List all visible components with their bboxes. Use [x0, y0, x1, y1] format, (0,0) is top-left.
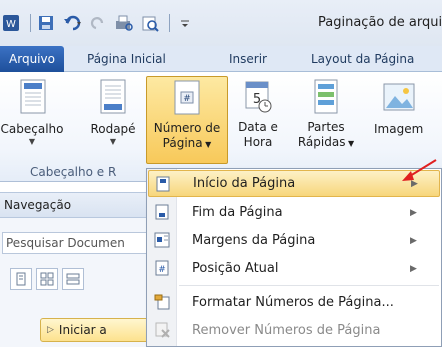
save-icon[interactable] [35, 12, 57, 34]
undo-icon[interactable] [61, 12, 83, 34]
menu-item-current-position[interactable]: # Posição Atual ▶ [148, 255, 440, 282]
header-button[interactable]: Cabeçalho ▼ [0, 76, 64, 164]
qat-separator [30, 14, 31, 32]
quick-parts-label-2: Rápidas ▼ [297, 135, 355, 149]
headings-view-icon[interactable] [10, 268, 32, 290]
menu-item-top-of-page[interactable]: Início da Página ▶ [148, 170, 440, 197]
tab-page-layout[interactable]: Layout da Página [311, 46, 414, 72]
customize-qat-icon[interactable] [174, 12, 196, 34]
footer-button-label: Rodapé [90, 122, 136, 136]
svg-text:#: # [183, 94, 191, 104]
footer-button[interactable]: Rodapé ▼ [85, 76, 141, 164]
date-time-label-1: Data e [238, 120, 278, 134]
page-number-menu: Início da Página ▶ Fim da Página ▶ Marge… [146, 168, 442, 347]
tab-insert[interactable]: Inserir [229, 46, 267, 72]
current-position-icon: # [155, 260, 169, 276]
page-number-label-1: Número de [153, 121, 221, 135]
redo-icon[interactable] [87, 12, 109, 34]
ribbon-panel: Cabeçalho ▼ Rodapé ▼ # Número de Página … [0, 72, 442, 182]
page-number-label-2: Página ▼ [162, 136, 212, 150]
menu-item-page-margins[interactable]: Margens da Página ▶ [148, 227, 440, 254]
submenu-arrow-icon: ▶ [410, 235, 417, 246]
ribbon-tabs: Arquivo Página Inicial Inserir Layout da… [0, 46, 442, 72]
results-view-icon[interactable] [62, 268, 84, 290]
menu-item-format-page-numbers[interactable]: Formatar Números de Página... [148, 289, 440, 316]
remove-page-numbers-icon [155, 322, 170, 338]
pages-view-icon[interactable] [36, 268, 58, 290]
page-margins-icon [154, 232, 170, 248]
print-preview-icon[interactable] [113, 12, 135, 34]
group-label-header-footer: Cabeçalho e R [30, 165, 117, 179]
submenu-arrow-icon: ▶ [411, 178, 418, 189]
quick-access-toolbar: W [0, 8, 200, 38]
chevron-down-icon: ▼ [28, 137, 36, 146]
header-button-label: Cabeçalho [0, 122, 64, 136]
search-document-input[interactable]: Pesquisar Documen [2, 232, 152, 254]
quick-parts-icon [314, 79, 338, 114]
qat-separator [169, 14, 170, 32]
top-of-page-icon [156, 176, 170, 192]
tab-file[interactable]: Arquivo [0, 46, 64, 72]
window-title: Paginação de arqui [318, 15, 442, 30]
navigation-view-tabs [10, 268, 88, 290]
svg-text:W: W [6, 19, 16, 30]
calendar-clock-icon: 5 [245, 81, 272, 113]
image-button-label: Imagem [374, 122, 424, 136]
quick-print-icon[interactable] [139, 12, 161, 34]
image-button[interactable]: Imagem [366, 76, 442, 164]
menu-separator [179, 285, 439, 286]
date-time-label-2: Hora [243, 135, 273, 149]
start-button[interactable]: ▷ Iniciar a [40, 318, 160, 342]
format-page-numbers-icon [154, 294, 170, 310]
page-number-icon: # [174, 80, 200, 115]
word-window: W Paginação de arqui Arquivo Página Inic… [0, 0, 442, 347]
svg-text:#: # [158, 265, 166, 275]
word-app-icon[interactable]: W [0, 12, 22, 34]
date-time-button[interactable]: 5 Data e Hora [236, 76, 280, 164]
menu-item-bottom-of-page[interactable]: Fim da Página ▶ [148, 199, 440, 226]
start-button-label: Iniciar a [58, 323, 107, 337]
submenu-arrow-icon: ▶ [410, 263, 417, 274]
play-icon: ▷ [47, 325, 54, 335]
picture-icon [383, 83, 415, 111]
tab-home[interactable]: Página Inicial [87, 46, 166, 72]
quick-parts-label-1: Partes [307, 120, 345, 134]
footer-icon [100, 79, 126, 114]
navigation-pane-header: Navegação [0, 192, 150, 218]
header-icon [20, 79, 46, 114]
page-number-button[interactable]: # Número de Página ▼ [146, 76, 228, 164]
submenu-arrow-icon: ▶ [410, 207, 417, 218]
menu-item-remove-page-numbers: Remover Números de Página [148, 317, 440, 344]
title-bar: W Paginação de arqui [0, 0, 442, 46]
bottom-of-page-icon [155, 204, 169, 220]
chevron-down-icon: ▼ [109, 137, 117, 146]
quick-parts-button[interactable]: Partes Rápidas ▼ [293, 76, 359, 164]
